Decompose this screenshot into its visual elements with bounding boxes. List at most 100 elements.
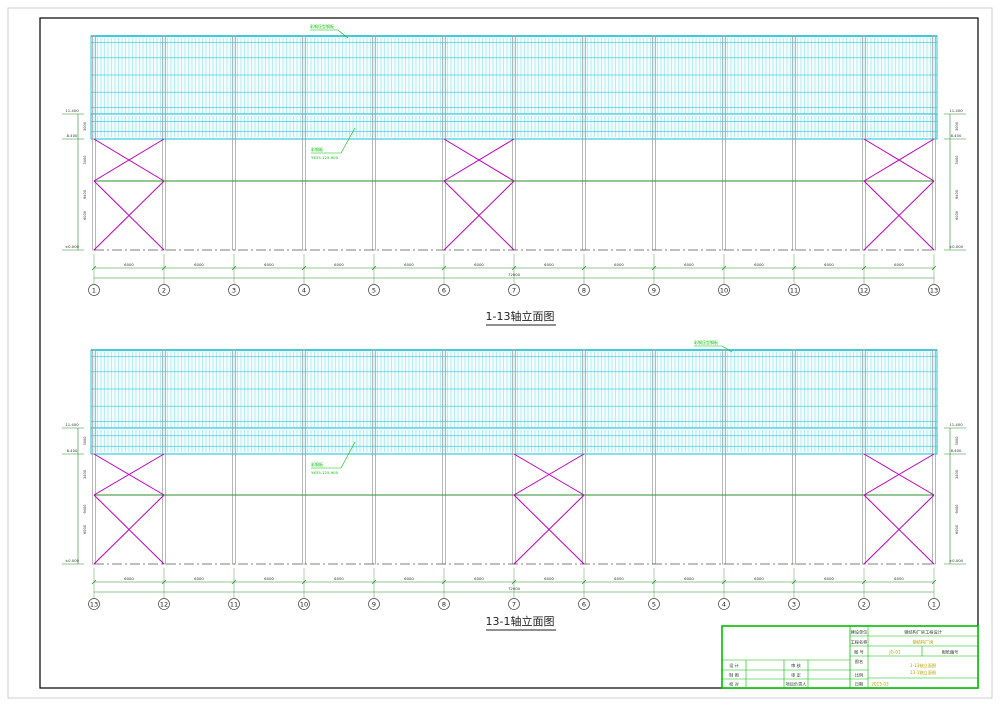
bay-dim-text: 6000 bbox=[404, 262, 414, 267]
axis-label: 7 bbox=[512, 287, 516, 295]
right-elevation-text: 8.400 bbox=[951, 448, 962, 453]
left-elevation-text: 11.400 bbox=[65, 422, 79, 427]
right-dim-text: 3400 bbox=[955, 156, 959, 165]
bay-dim-text: 6000 bbox=[824, 576, 834, 581]
axis-label: 1 bbox=[932, 601, 936, 609]
bay-dim-text: 6000 bbox=[894, 262, 904, 267]
bay-dim-text: 6000 bbox=[194, 576, 204, 581]
bay-dim-text: 6000 bbox=[124, 576, 134, 581]
right-elevation-text: 11.400 bbox=[949, 422, 963, 427]
bay-dim-text: 6000 bbox=[894, 576, 904, 581]
axis-label: 3 bbox=[232, 287, 236, 295]
tb-r5-mid: 审 定 bbox=[791, 672, 801, 679]
axis-label: 4 bbox=[722, 601, 726, 609]
left-elevation-text: ±0.000 bbox=[65, 244, 80, 249]
bay-dim-text: 6000 bbox=[474, 262, 484, 267]
axis-label: 2 bbox=[162, 287, 166, 295]
tb-r1-value: 钢结构厂房工程设计 bbox=[904, 629, 942, 636]
tb-r1-label: 建设单位 bbox=[851, 629, 868, 636]
wall-cladding-label: 彩钢板 bbox=[311, 461, 323, 467]
axis-label: 7 bbox=[512, 601, 516, 609]
left-dim-text: 3400 bbox=[83, 470, 87, 479]
right-dim-text: 6000 bbox=[955, 525, 959, 534]
bay-dim-text: 6000 bbox=[614, 576, 624, 581]
bay-dim-text: 6000 bbox=[754, 262, 764, 267]
left-dim-text: 3000 bbox=[83, 122, 87, 131]
bay-dim-text: 6000 bbox=[684, 576, 694, 581]
axis-label: 5 bbox=[372, 287, 376, 295]
axis-label: 8 bbox=[442, 601, 446, 609]
elevation-view-1-13: 11.400 8.400 ±0.000 3000 3400 9400 6000 11.400 8… bbox=[62, 23, 966, 296]
roof-cladding-label: 彩钢压型钢板 bbox=[310, 23, 334, 29]
axis-label: 2 bbox=[862, 601, 866, 609]
tb-r6-mid: 项目负责人 bbox=[786, 681, 808, 688]
left-dim-text: 6000 bbox=[83, 211, 87, 220]
tb-r4-left: 设 计 bbox=[729, 662, 739, 669]
right-dim-text: 6000 bbox=[955, 211, 959, 220]
left-elevation-text: ±0.000 bbox=[65, 558, 80, 563]
left-dim-text: 3400 bbox=[83, 156, 87, 165]
right-dim-text: 3400 bbox=[955, 470, 959, 479]
title-block: 建设单位 钢结构厂房工程设计 工程名称 钢结构厂房 图 号 JG-01 图纸编号… bbox=[721, 625, 979, 689]
tb-r3-extra: 图纸编号 bbox=[942, 649, 959, 656]
bay-dim-text: 6000 bbox=[684, 262, 694, 267]
axis-label: 11 bbox=[230, 601, 238, 609]
bay-dim-text: 6000 bbox=[194, 262, 204, 267]
left-dim-text: 9400 bbox=[83, 190, 87, 199]
tb-r6-value: 2015.03 bbox=[871, 682, 889, 687]
bay-dim-text: 6000 bbox=[544, 576, 554, 581]
wall-cladding-spec: YX35-125-900 bbox=[311, 470, 339, 475]
tb-r5-left: 制 图 bbox=[729, 672, 739, 679]
bay-dim-text: 6000 bbox=[264, 576, 274, 581]
tb-r3-value: JG-01 bbox=[888, 650, 901, 655]
axis-label: 4 bbox=[302, 287, 306, 295]
bay-dim-text: 6000 bbox=[754, 576, 764, 581]
left-dim-text: 3000 bbox=[83, 437, 87, 446]
tb-r2-value: 钢结构厂房 bbox=[913, 639, 934, 646]
axis-label: 12 bbox=[860, 287, 868, 295]
right-elevation-text: 11.400 bbox=[949, 108, 963, 113]
tb-r2-label: 工程名称 bbox=[851, 639, 868, 646]
axis-label: 8 bbox=[582, 287, 586, 295]
left-elevation-text: 8.400 bbox=[67, 133, 78, 138]
tb-r4-mid: 审 核 bbox=[791, 662, 802, 669]
tb-r5-value: 13-1轴立面图 bbox=[910, 669, 936, 676]
left-dim-text: 9400 bbox=[83, 505, 87, 514]
total-dim-text: 72000 bbox=[508, 272, 521, 277]
right-dim-text: 9400 bbox=[955, 505, 959, 514]
bay-dim-text: 6000 bbox=[474, 576, 484, 581]
left-elevation-text: 8.400 bbox=[67, 448, 78, 453]
right-dim-text: 3000 bbox=[955, 122, 959, 131]
axis-label: 12 bbox=[160, 601, 168, 609]
view-title-2: 13-1轴立面图 bbox=[486, 614, 555, 628]
bay-dim-text: 6000 bbox=[124, 262, 134, 267]
axis-label: 5 bbox=[652, 601, 656, 609]
right-elevation-text: 8.400 bbox=[951, 133, 962, 138]
bay-dim-text: 6000 bbox=[544, 262, 554, 267]
wall-cladding-spec: YX35-125-900 bbox=[311, 155, 339, 160]
axis-label: 6 bbox=[582, 601, 586, 609]
bay-dim-text: 6000 bbox=[334, 262, 344, 267]
axis-label: 13 bbox=[930, 287, 938, 295]
right-elevation-text: ±0.000 bbox=[949, 558, 964, 563]
bay-dim-text: 6000 bbox=[614, 262, 624, 267]
axis-label: 10 bbox=[300, 601, 308, 609]
axis-label: 11 bbox=[790, 287, 798, 295]
right-dim-text: 3000 bbox=[955, 437, 959, 446]
axis-label: 9 bbox=[652, 287, 656, 295]
axis-label: 6 bbox=[442, 287, 446, 295]
axis-label: 13 bbox=[90, 601, 98, 609]
bay-dim-text: 6000 bbox=[264, 262, 274, 267]
roof-cladding-label: 彩钢压型钢板 bbox=[694, 339, 718, 345]
right-dim-text: 9400 bbox=[955, 190, 959, 199]
wall-cladding-label: 彩钢板 bbox=[311, 146, 323, 152]
axis-label: 3 bbox=[792, 601, 796, 609]
bay-dim-text: 6000 bbox=[334, 576, 344, 581]
bay-dim-text: 6000 bbox=[404, 576, 414, 581]
right-elevation-text: ±0.000 bbox=[949, 244, 964, 249]
elevation-view-13-1: 11.400 8.400 ±0.000 3000 3400 9400 6000 11.400 8… bbox=[62, 339, 966, 610]
drawing-sheet: 11.400 8.400 ±0.000 3000 3400 9400 6000 11.400 8… bbox=[7, 7, 993, 699]
view-title-1: 1-13轴立面图 bbox=[486, 309, 555, 323]
tb-r4-value: 1-13轴立面图 bbox=[910, 662, 936, 669]
axis-label: 10 bbox=[720, 287, 728, 295]
